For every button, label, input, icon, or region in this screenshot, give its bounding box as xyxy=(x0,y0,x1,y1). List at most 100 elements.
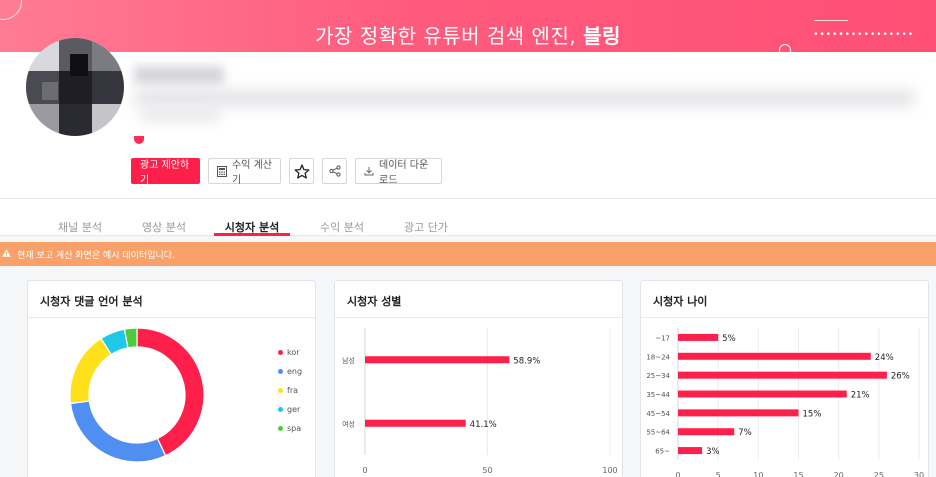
gender-bar-chart: 0 50 100 남성 58.9% 여성 41.1% xyxy=(342,328,618,475)
tab-revenue-analysis[interactable]: 수익 분석 xyxy=(320,219,364,235)
age-bar[interactable] xyxy=(678,390,847,398)
age-category-label: 18~24 xyxy=(646,353,670,361)
banner-decoration-circle xyxy=(0,0,22,20)
age-value-label: 24% xyxy=(875,353,894,363)
data-download-button[interactable]: 데이터 다운로드 xyxy=(355,158,442,186)
ad-proposal-label: 광고 제안하기 xyxy=(140,160,190,186)
download-icon xyxy=(364,166,374,176)
legend-dot xyxy=(278,350,283,355)
gender-category-label: 남성 xyxy=(342,356,355,365)
age-category-label: 45~54 xyxy=(646,410,670,418)
age-bar[interactable] xyxy=(678,447,703,455)
favorite-button[interactable] xyxy=(289,158,314,184)
banner-title-prefix: 가장 정확한 유튜버 검색 엔진, xyxy=(315,24,584,48)
legend-item-ger[interactable]: ger xyxy=(278,400,302,419)
donut-slice-eng[interactable] xyxy=(69,400,167,463)
revenue-calculator-label: 수익 계산기 xyxy=(232,160,272,186)
gender-tick-label: 50 xyxy=(482,466,492,475)
legend-item-fra[interactable]: fra xyxy=(278,381,302,400)
age-tick-label: 10 xyxy=(753,471,763,477)
legend-item-kor[interactable]: kor xyxy=(278,343,302,362)
age-category-label: 25~34 xyxy=(646,372,670,380)
banner-decoration-dots: •••••••••••••••• xyxy=(813,30,914,40)
gender-category-label: 여성 xyxy=(342,419,355,428)
age-bar[interactable] xyxy=(678,333,719,341)
tab-channel-analysis[interactable]: 채널 분석 xyxy=(58,219,102,235)
age-value-label: 26% xyxy=(891,372,910,382)
channel-name-blurred xyxy=(134,66,224,84)
ad-proposal-button[interactable]: 광고 제안하기 xyxy=(131,158,200,186)
revenue-calculator-button[interactable]: 수익 계산기 xyxy=(208,158,281,186)
share-icon xyxy=(328,165,341,177)
notice-text: 현재 보고 계신 화면은 예시 데이터입니다. xyxy=(17,250,175,261)
donut-slice-fra[interactable] xyxy=(69,337,113,405)
gender-card: 시청자 성별 0 50 100 남성 58.9% 여성 41.1% xyxy=(334,280,623,477)
gender-value-label: 58.9% xyxy=(513,356,540,366)
legend-label: spa xyxy=(287,424,302,433)
gender-tick-label: 0 xyxy=(362,466,367,475)
donut-slice-kor[interactable] xyxy=(136,327,205,457)
gender-bar[interactable] xyxy=(365,356,510,364)
language-legend: kor eng fra ger spa xyxy=(278,343,302,438)
gender-tick-label: 100 xyxy=(602,466,617,475)
promo-banner[interactable]: 가장 정확한 유튜버 검색 엔진, 블링 •••••••••••••••• xyxy=(0,0,936,52)
age-bar[interactable] xyxy=(678,352,871,360)
age-value-label: 7% xyxy=(738,428,752,438)
age-value-label: 5% xyxy=(722,334,736,344)
age-category-label: 55~64 xyxy=(646,429,670,437)
legend-dot xyxy=(278,388,283,393)
age-tick-label: 0 xyxy=(675,471,680,477)
channel-actions: 광고 제안하기 수익 계산기 데이터 다운로드 xyxy=(131,158,442,186)
legend-label: ger xyxy=(287,405,301,414)
channel-avatar[interactable] xyxy=(26,38,124,136)
legend-dot xyxy=(278,407,283,412)
age-tick-label: 5 xyxy=(716,471,721,477)
sample-data-notice: 현재 보고 계신 화면은 예시 데이터입니다. xyxy=(0,242,936,266)
language-card-title: 시청자 댓글 언어 분석 xyxy=(40,295,143,308)
legend-label: eng xyxy=(287,367,303,376)
age-value-label: 3% xyxy=(706,447,720,457)
age-tick-label: 15 xyxy=(793,471,803,477)
age-tick-label: 20 xyxy=(834,471,844,477)
channel-meta-blurred xyxy=(140,110,220,122)
age-bar[interactable] xyxy=(678,409,799,417)
banner-title: 가장 정확한 유튜버 검색 엔진, 블링 xyxy=(0,20,936,49)
legend-label: fra xyxy=(287,386,299,395)
analysis-tabs: 채널 분석 영상 분석 시청자 분석 수익 분석 광고 단가 xyxy=(0,198,936,236)
age-category-label: ~17 xyxy=(655,334,670,342)
age-category-label: 35~44 xyxy=(646,391,670,399)
gender-value-label: 41.1% xyxy=(470,420,497,430)
age-value-label: 21% xyxy=(851,391,870,401)
age-bar[interactable] xyxy=(678,428,735,436)
age-tick-label: 25 xyxy=(874,471,884,477)
data-download-label: 데이터 다운로드 xyxy=(379,160,429,186)
age-bar-chart: 0 5 10 15 20 25 30 ~17 5% 18~24 24% 25~34 26% 35~44 21… xyxy=(646,328,924,477)
age-card: 시청자 나이 0 5 10 15 20 25 30 ~17 5% 18~24 24% 25~34 26%… xyxy=(640,280,929,477)
channel-description-blurred xyxy=(134,90,914,106)
calculator-icon xyxy=(217,165,227,177)
language-card: 시청자 댓글 언어 분석 kor eng fra ger spa xyxy=(27,280,316,477)
star-icon xyxy=(294,163,310,179)
legend-item-eng[interactable]: eng xyxy=(278,362,302,381)
banner-title-brand: 블링 xyxy=(583,24,621,48)
active-tab-indicator xyxy=(214,233,290,236)
tab-ad-pricing[interactable]: 광고 단가 xyxy=(404,219,448,235)
channel-badge xyxy=(134,136,144,144)
tab-video-analysis[interactable]: 영상 분석 xyxy=(142,219,186,235)
channel-profile: 광고 제안하기 수익 계산기 데이터 다운로드 xyxy=(0,38,936,198)
gender-bar[interactable] xyxy=(365,419,466,427)
legend-label: kor xyxy=(287,348,300,357)
age-card-title: 시청자 나이 xyxy=(653,295,708,308)
legend-dot xyxy=(278,369,283,374)
warning-icon xyxy=(2,248,11,260)
gender-card-title: 시청자 성별 xyxy=(347,295,402,308)
age-category-label: 65~ xyxy=(655,448,670,456)
legend-dot xyxy=(278,426,283,431)
age-bar[interactable] xyxy=(678,371,887,379)
language-donut-chart xyxy=(69,327,205,463)
age-value-label: 15% xyxy=(803,409,822,419)
legend-item-spa[interactable]: spa xyxy=(278,419,302,438)
age-tick-label: 30 xyxy=(914,471,924,477)
share-button[interactable] xyxy=(322,158,347,184)
page: 가장 정확한 유튜버 검색 엔진, 블링 •••••••••••••••• 광고… xyxy=(0,0,936,477)
